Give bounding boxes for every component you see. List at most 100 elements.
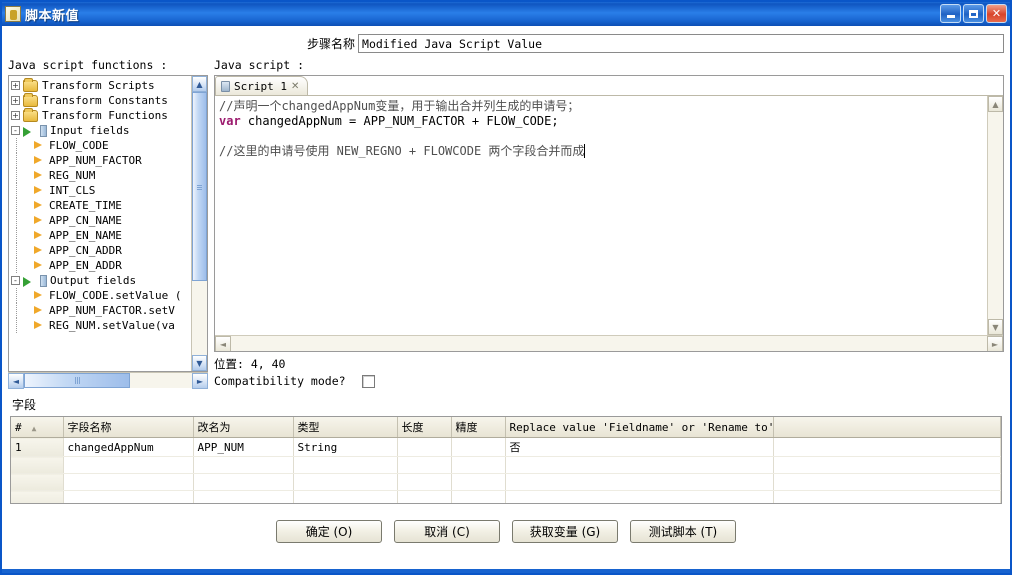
editor-scroll-track[interactable] <box>988 112 1003 319</box>
tree-node[interactable]: - Output fields <box>11 273 191 288</box>
table-cell[interactable]: 否 <box>505 437 774 457</box>
field-arrow-icon <box>33 290 45 301</box>
table-cell[interactable] <box>397 456 452 474</box>
table-cell[interactable] <box>11 456 64 474</box>
minimize-button[interactable] <box>940 4 961 23</box>
table-cell[interactable]: APP_NUM <box>193 437 294 457</box>
table-cell[interactable] <box>773 490 1001 503</box>
column-header[interactable] <box>773 417 1001 438</box>
table-cell[interactable] <box>193 490 294 503</box>
test-script-button[interactable]: 测试脚本 (T) <box>630 520 736 543</box>
table-cell[interactable] <box>397 437 452 457</box>
editor-scroll-left-icon[interactable]: ◄ <box>215 336 231 351</box>
tree-node[interactable]: FLOW_CODE.setValue ( <box>11 288 191 303</box>
table-row-empty[interactable] <box>11 473 1001 491</box>
tree-node[interactable]: APP_EN_ADDR <box>11 258 191 273</box>
table-cell[interactable]: String <box>293 437 398 457</box>
column-header[interactable]: 精度 <box>451 417 506 438</box>
tree-node[interactable]: CREATE_TIME <box>11 198 191 213</box>
table-cell[interactable] <box>11 473 64 491</box>
tree-expander-icon[interactable]: - <box>11 126 20 135</box>
tree-node[interactable]: FLOW_CODE <box>11 138 191 153</box>
code-line: var changedAppNum = APP_NUM_FACTOR + FLO… <box>219 114 559 128</box>
table-cell[interactable] <box>63 490 194 503</box>
ok-button[interactable]: 确定 (O) <box>276 520 382 543</box>
table-cell[interactable] <box>451 437 506 457</box>
tree-node[interactable]: APP_NUM_FACTOR.setV <box>11 303 191 318</box>
functions-tree[interactable]: + Transform Scripts + Transform Constants + T… <box>9 76 191 371</box>
compatibility-checkbox[interactable] <box>362 374 375 388</box>
table-cell[interactable] <box>63 456 194 474</box>
scroll-up-icon[interactable]: ▲ <box>192 76 207 92</box>
table-cell[interactable] <box>505 456 774 474</box>
table-cell[interactable] <box>773 456 1001 474</box>
tree-horizontal-scrollbar[interactable]: ◄ ► <box>8 372 208 389</box>
tree-expander-icon[interactable]: + <box>11 96 20 105</box>
tab-script-1[interactable]: Script 1 ✕ <box>215 76 309 95</box>
tree-node[interactable]: REG_NUM <box>11 168 191 183</box>
column-header[interactable]: 字段名称 <box>63 417 194 438</box>
table-cell[interactable] <box>63 473 194 491</box>
tree-expander-icon[interactable]: + <box>11 111 20 120</box>
table-cell[interactable] <box>293 473 398 491</box>
tree-hscroll-thumb[interactable] <box>24 373 130 388</box>
table-row-empty[interactable] <box>11 456 1001 474</box>
table-cell[interactable] <box>11 490 64 503</box>
table-row[interactable]: 1 changedAppNum APP_NUM String 否 <box>11 437 1001 457</box>
table-cell[interactable] <box>505 473 774 491</box>
tree-node[interactable]: INT_CLS <box>11 183 191 198</box>
table-cell[interactable] <box>773 437 1001 457</box>
editor-scroll-up-icon[interactable]: ▲ <box>988 96 1003 112</box>
tab-close-icon[interactable]: ✕ <box>291 81 299 92</box>
fields-table-body[interactable]: 1 changedAppNum APP_NUM String 否 <box>11 437 1001 503</box>
editor-vertical-scrollbar[interactable]: ▲ ▼ <box>987 96 1003 335</box>
column-header[interactable]: Replace value 'Fieldname' or 'Rename to' <box>505 417 774 438</box>
table-cell[interactable] <box>293 456 398 474</box>
tree-node[interactable]: APP_CN_NAME <box>11 213 191 228</box>
tree-node[interactable]: + Transform Constants <box>11 92 191 108</box>
tree-hscroll-track[interactable] <box>24 373 192 388</box>
tree-scroll-track[interactable] <box>192 92 207 355</box>
column-header[interactable]: # ▲ <box>11 417 64 438</box>
cancel-button[interactable]: 取消 (C) <box>394 520 500 543</box>
scroll-left-icon[interactable]: ◄ <box>8 373 24 389</box>
editor-scroll-right-icon[interactable]: ► <box>987 336 1003 351</box>
scroll-down-icon[interactable]: ▼ <box>192 355 207 371</box>
table-cell[interactable] <box>193 456 294 474</box>
column-header[interactable]: 类型 <box>293 417 398 438</box>
tree-node[interactable]: + Transform Scripts <box>11 77 191 93</box>
editor-scroll-down-icon[interactable]: ▼ <box>988 319 1003 335</box>
script-code-editor[interactable]: //声明一个changedAppNum变量，用于输出合并列生成的申请号； var … <box>215 96 987 335</box>
table-cell[interactable] <box>293 490 398 503</box>
table-cell[interactable] <box>397 473 452 491</box>
table-cell[interactable] <box>397 490 452 503</box>
table-cell[interactable] <box>451 456 506 474</box>
get-variables-button[interactable]: 获取变量 (G) <box>512 520 618 543</box>
table-cell[interactable] <box>451 490 506 503</box>
table-cell[interactable] <box>193 473 294 491</box>
editor-hscroll-track[interactable] <box>231 336 987 351</box>
tree-scroll-thumb[interactable] <box>192 92 207 282</box>
column-header[interactable]: 改名为 <box>193 417 294 438</box>
table-row-empty[interactable] <box>11 490 1001 503</box>
tree-vertical-scrollbar[interactable]: ▲ ▼ <box>191 76 207 371</box>
tree-node[interactable]: REG_NUM.setValue(va <box>11 318 191 333</box>
tree-node[interactable]: APP_CN_ADDR <box>11 243 191 258</box>
step-name-input[interactable]: Modified Java Script Value <box>358 34 1004 53</box>
table-cell[interactable] <box>451 473 506 491</box>
table-cell[interactable] <box>505 490 774 503</box>
table-cell[interactable]: 1 <box>11 437 64 457</box>
tree-node[interactable]: + Transform Functions <box>11 107 191 123</box>
table-cell[interactable]: changedAppNum <box>63 437 194 457</box>
tree-node[interactable]: APP_NUM_FACTOR <box>11 153 191 168</box>
column-header[interactable]: 长度 <box>397 417 452 438</box>
close-button[interactable]: ✕ <box>986 4 1007 23</box>
editor-horizontal-scrollbar[interactable]: ◄ ► <box>215 335 1003 351</box>
scroll-right-icon[interactable]: ► <box>192 373 208 389</box>
table-cell[interactable] <box>773 473 1001 491</box>
tree-node[interactable]: - Input fields <box>11 123 191 138</box>
tree-expander-icon[interactable]: - <box>11 276 20 285</box>
tree-expander-icon[interactable]: + <box>11 81 20 90</box>
tree-node[interactable]: APP_EN_NAME <box>11 228 191 243</box>
maximize-button[interactable] <box>963 4 984 23</box>
